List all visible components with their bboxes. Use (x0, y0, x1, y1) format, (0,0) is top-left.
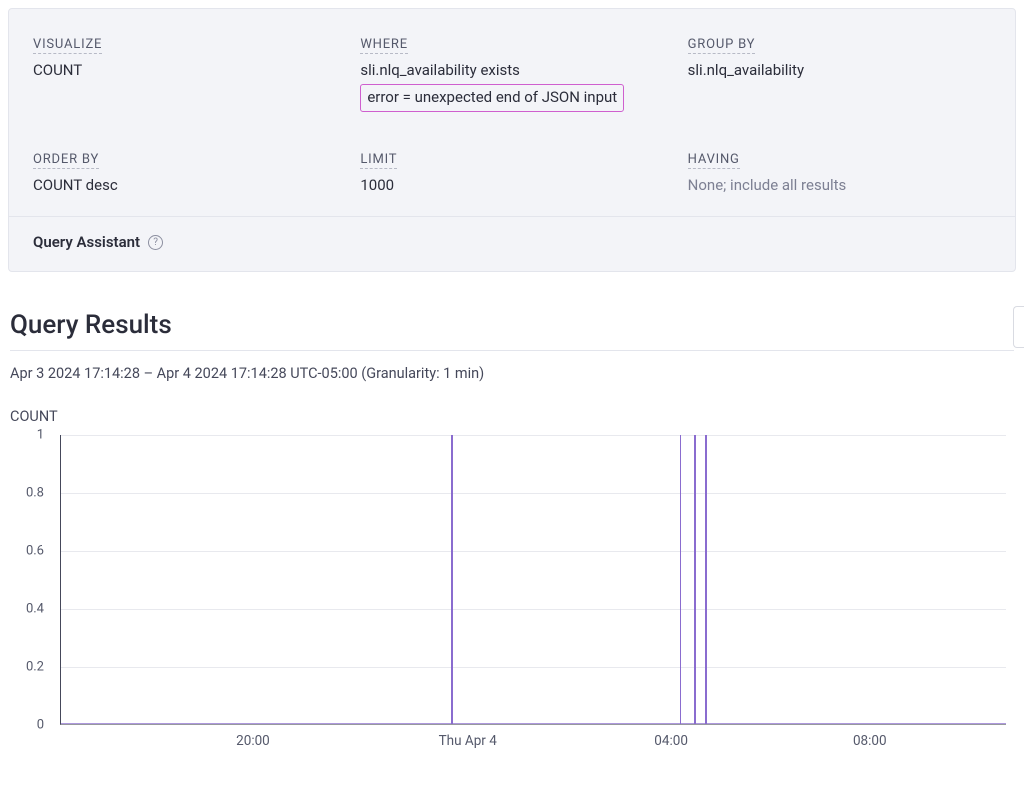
chart-title: COUNT (10, 408, 1014, 425)
order-by-cell[interactable]: ORDER BY COUNT desc (33, 148, 336, 197)
having-value: None; include all results (688, 175, 991, 197)
x-tick: 04:00 (654, 733, 688, 749)
chart-spike (451, 435, 453, 724)
query-grid: VISUALIZE COUNT WHERE sli.nlq_availabili… (9, 9, 1015, 216)
y-tick: 0 (10, 718, 52, 733)
order-by-value: COUNT desc (33, 175, 336, 197)
group-by-cell[interactable]: GROUP BY sli.nlq_availability (688, 33, 991, 112)
y-tick: 1 (10, 428, 52, 443)
visualize-label: VISUALIZE (33, 37, 102, 54)
having-cell[interactable]: HAVING None; include all results (688, 148, 991, 197)
y-tick: 0.2 (10, 660, 52, 675)
limit-value: 1000 (360, 175, 663, 197)
having-label: HAVING (688, 152, 740, 169)
where-value-1: sli.nlq_availability exists (360, 60, 663, 82)
chart-baseline (61, 723, 1006, 725)
y-tick: 0.4 (10, 602, 52, 617)
order-by-label: ORDER BY (33, 152, 99, 169)
chart-plot-area[interactable] (60, 435, 1006, 725)
group-by-label: GROUP BY (688, 37, 756, 54)
query-assistant-label: Query Assistant (33, 233, 140, 251)
visualize-cell[interactable]: VISUALIZE COUNT (33, 33, 336, 112)
visualize-value: COUNT (33, 60, 336, 82)
results-title: Query Results (10, 288, 172, 350)
limit-label: LIMIT (360, 152, 397, 169)
where-label: WHERE (360, 37, 408, 54)
results-divider (10, 350, 1014, 351)
chart-spike (705, 435, 707, 724)
where-value-2-highlighted: error = unexpected end of JSON input (360, 84, 624, 112)
y-tick: 0.8 (10, 486, 52, 501)
chart[interactable]: 1 0.8 0.6 0.4 0.2 0 20:00 Thu Apr 4 04:0… (10, 435, 1014, 755)
x-tick: 08:00 (853, 733, 887, 749)
query-assistant-row[interactable]: Query Assistant ? (9, 217, 1015, 271)
x-tick: Thu Apr 4 (439, 733, 497, 749)
results-time-range: Apr 3 2024 17:14:28 – Apr 4 2024 17:14:2… (10, 365, 1014, 382)
side-panel-toggle[interactable] (1013, 306, 1024, 348)
group-by-value: sli.nlq_availability (688, 60, 991, 82)
limit-cell[interactable]: LIMIT 1000 (360, 148, 663, 197)
y-tick: 0.6 (10, 544, 52, 559)
chart-spike (694, 435, 696, 724)
x-tick: 20:00 (236, 733, 270, 749)
chart-spike (680, 435, 682, 724)
query-builder: VISUALIZE COUNT WHERE sli.nlq_availabili… (8, 8, 1016, 272)
results-section: Query Results Apr 3 2024 17:14:28 – Apr … (0, 280, 1024, 755)
where-cell[interactable]: WHERE sli.nlq_availability exists error … (360, 33, 663, 112)
help-icon[interactable]: ? (148, 235, 163, 250)
